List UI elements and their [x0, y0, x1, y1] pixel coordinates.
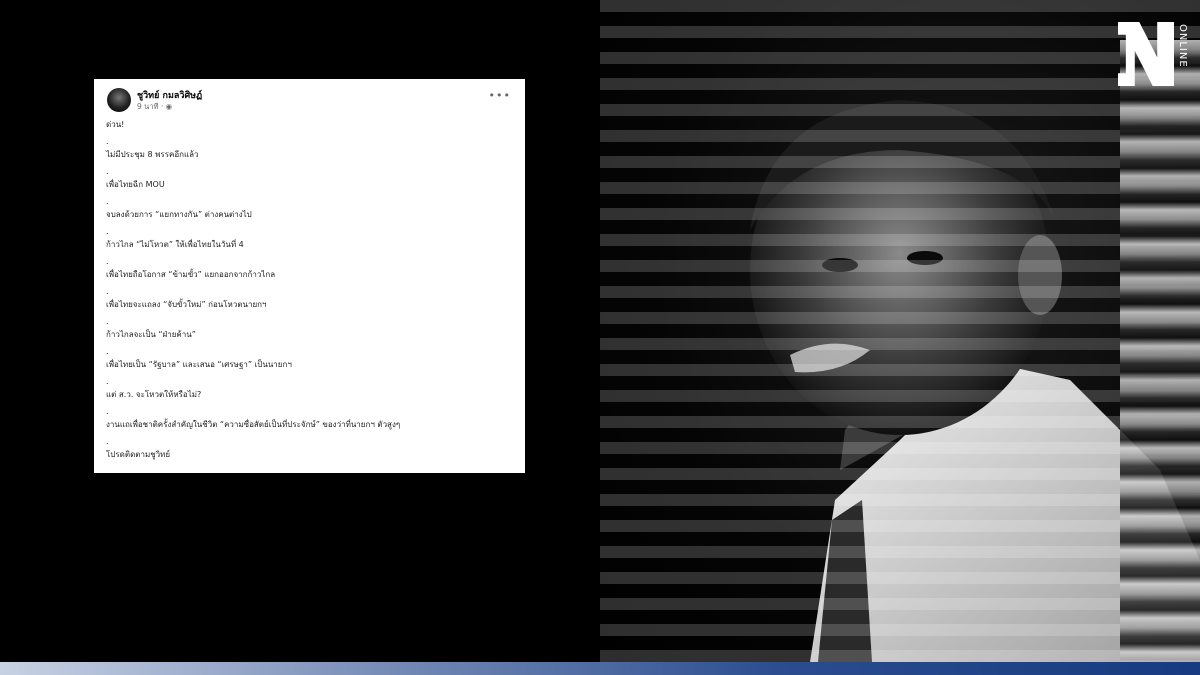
- bottom-accent-bar: [0, 662, 1200, 675]
- post-line: งานแถเพื่อชาติครั้งสำคัญในชีวิต “ความซื่…: [106, 420, 401, 429]
- post-timestamp[interactable]: 9 นาที · ◉: [137, 101, 172, 113]
- window-blinds: [1120, 40, 1200, 660]
- line-separator: .: [106, 227, 109, 236]
- line-separator: .: [106, 197, 109, 206]
- line-separator: .: [106, 377, 109, 386]
- post-time: 9 นาที ·: [137, 102, 166, 111]
- line-separator: .: [106, 287, 109, 296]
- line-separator: .: [106, 347, 109, 356]
- post-line: เพื่อไทยถือโอกาส “ข้ามขั้ว” แยกออกจากก้า…: [106, 270, 276, 279]
- post-line: แต่ ส.ว. จะโหวตให้หรือไม่?: [106, 390, 202, 399]
- line-separator: .: [106, 137, 109, 146]
- portrait-photo: [600, 0, 1200, 662]
- post-author[interactable]: ชูวิทย์ กมลวิศิษฏ์: [137, 88, 202, 102]
- slide: ONLINE ชูวิทย์ กมลวิศิษฏ์ 9 นาที · ◉ •••…: [0, 0, 1200, 662]
- post-body: ด่วน! . ไม่มีประชุม 8 พรรคอีกแล้ว . เพื่…: [106, 118, 511, 461]
- post-line: ก้าวไกล “ไม่โหวต” ให้เพื่อไทยในวันที่ 4: [106, 240, 244, 249]
- line-separator: .: [106, 167, 109, 176]
- more-options-icon[interactable]: •••: [489, 89, 511, 102]
- line-separator: .: [106, 437, 109, 446]
- logo-letter-n: [1118, 22, 1174, 86]
- post-line: เพื่อไทยจะแถลง “จับขั้วใหม่” ก่อนโหวตนาย…: [106, 300, 267, 309]
- post-line: ไม่มีประชุม 8 พรรคอีกแล้ว: [106, 150, 199, 159]
- avatar[interactable]: [107, 88, 131, 112]
- logo-online-text: ONLINE: [1177, 24, 1188, 68]
- line-separator: .: [106, 317, 109, 326]
- line-separator: .: [106, 257, 109, 266]
- post-line: ด่วน!: [106, 120, 125, 129]
- facebook-post-card: ชูวิทย์ กมลวิศิษฏ์ 9 นาที · ◉ ••• ด่วน! …: [94, 79, 525, 473]
- post-line: เพื่อไทยเป็น “รัฐบาล” และเสนอ “เศรษฐา” เ…: [106, 360, 292, 369]
- post-line: จบลงด้วยการ “แยกทางกัน” ต่างคนต่างไป: [106, 210, 252, 219]
- post-line: โปรดติดตามชูวิทย์: [106, 450, 171, 459]
- post-line: เพื่อไทยฉีก MOU: [106, 180, 165, 189]
- post-line: ก้าวไกลจะเป็น “ฝ่ายค้าน”: [106, 330, 196, 339]
- line-separator: .: [106, 407, 109, 416]
- globe-icon: ◉: [165, 102, 173, 111]
- n-online-logo: ONLINE: [1118, 22, 1188, 86]
- portrait-illustration: [600, 0, 1200, 662]
